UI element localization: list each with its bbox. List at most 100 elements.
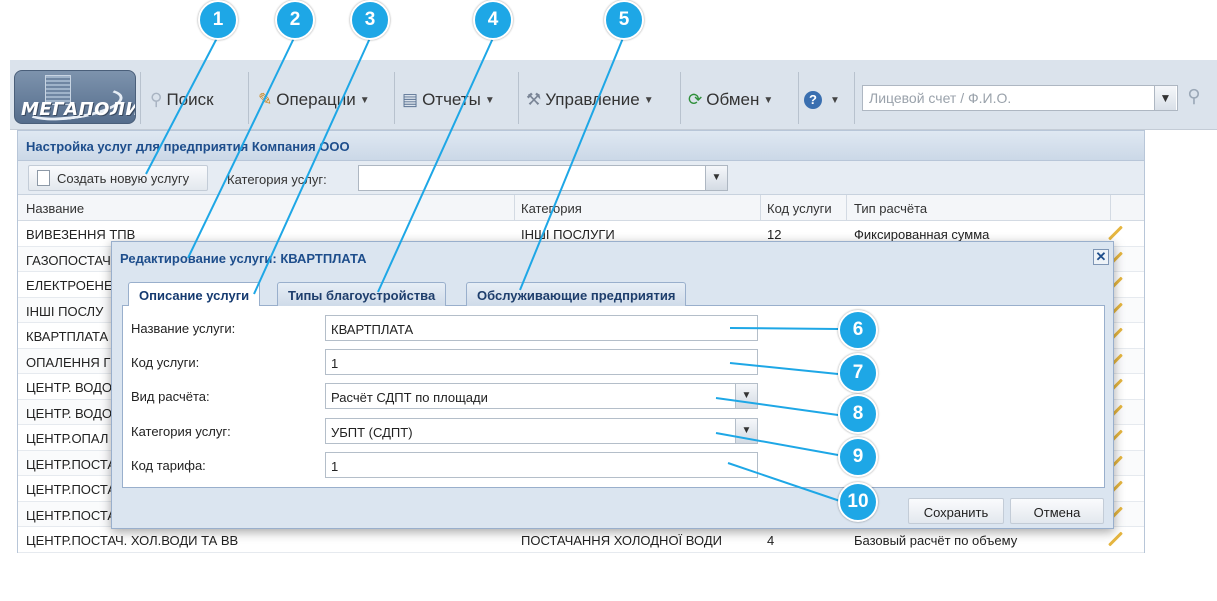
help-icon: ?: [804, 91, 822, 109]
chevron-down-icon[interactable]: ▼: [735, 384, 757, 408]
service-name-label: Название услуги:: [131, 321, 236, 336]
calc-type-value: Расчёт СДПТ по площади: [331, 390, 488, 405]
cell-category: ПОСТАЧАННЯ ХОЛОДНОЇ ВОДИ: [521, 533, 722, 548]
table-row[interactable]: ЦЕНТР.ПОСТАЧ. ХОЛ.ВОДИ ТА ВВ ПОСТАЧАННЯ Х…: [18, 527, 1144, 553]
account-search-go-icon[interactable]: ⚲: [1182, 86, 1206, 110]
cell-calc-type: Базовый расчёт по объему: [854, 533, 1018, 548]
toolbar-divider: [248, 72, 249, 124]
column-header-category[interactable]: Категория: [521, 201, 582, 216]
calc-type-select[interactable]: Расчёт СДПТ по площади ▼: [325, 383, 758, 409]
account-search-placeholder: Лицевой счет / Ф.И.О.: [869, 90, 1012, 106]
cell-name: ІНШІ ПОСЛУ: [26, 303, 104, 319]
service-category-label: Категория услуг:: [131, 424, 231, 439]
chevron-down-icon: ▼: [643, 94, 654, 106]
search-icon: ⚲: [150, 90, 163, 109]
exchange-menu[interactable]: ⟳ Обмен ▼: [688, 88, 773, 112]
help-menu[interactable]: ? ▼: [804, 88, 840, 112]
create-service-label: Создать новую услугу: [57, 171, 190, 186]
service-code-label: Код услуги:: [131, 355, 200, 370]
tab-service-description[interactable]: Описание услуги: [128, 282, 261, 307]
exchange-menu-label: Обмен: [706, 90, 760, 109]
column-header-code[interactable]: Код услуги: [767, 201, 832, 216]
tools-icon: ⚒: [526, 90, 542, 109]
column-header-calc-type[interactable]: Тип расчёта: [854, 201, 927, 216]
cell-name: ЦЕНТР.ПОСТА: [26, 456, 117, 472]
save-button[interactable]: Сохранить: [908, 498, 1004, 524]
operations-icon: ✎: [258, 90, 273, 109]
tab-service-companies[interactable]: Обслуживающие предприятия: [466, 282, 687, 306]
cell-name: ВИВЕЗЕННЯ ТПВ: [26, 227, 136, 242]
column-divider: [1110, 195, 1111, 221]
search-menu-label: Поиск: [166, 90, 214, 109]
callout-badge-9: 9: [838, 437, 878, 477]
column-divider: [514, 195, 515, 221]
toolbar-divider: [680, 72, 681, 124]
service-category-select[interactable]: УБПТ (СДПТ) ▼: [325, 418, 758, 444]
toolbar-divider: [798, 72, 799, 124]
callout-badge-6: 6: [838, 310, 878, 350]
cell-name: ЦЕНТР.ПОСТАЧ. ХОЛ.ВОДИ ТА ВВ: [26, 533, 239, 548]
toolbar-divider: [854, 72, 855, 124]
dialog-tabs: Описание услуги Типы благоустройства Обс…: [122, 278, 1105, 307]
cell-name: ЦЕНТР.ПОСТА: [26, 482, 117, 497]
tariff-code-field[interactable]: 1: [325, 452, 758, 478]
account-search-input[interactable]: Лицевой счет / Ф.И.О.: [862, 85, 1178, 111]
management-menu-label: Управление: [545, 90, 640, 109]
callout-badge-4: 4: [473, 0, 513, 40]
callout-badge-10: 10: [838, 482, 878, 522]
create-service-button[interactable]: Создать новую услугу: [28, 165, 208, 191]
cell-code: 4: [767, 533, 775, 548]
callout-badge-8: 8: [838, 394, 878, 434]
cell-name: ЦЕНТР. ВОДО: [26, 405, 113, 421]
tariff-code-label: Код тарифа:: [131, 458, 206, 473]
chevron-down-icon[interactable]: ▼: [705, 166, 727, 190]
edit-pencil-icon[interactable]: [1108, 225, 1123, 241]
chevron-down-icon: ▼: [830, 94, 840, 106]
chevron-down-icon: ▼: [359, 94, 370, 106]
panel-toolbar: Создать новую услугу Категория услуг: ▼: [18, 161, 1144, 195]
search-menu[interactable]: ⚲ Поиск: [150, 88, 214, 112]
megapolis-logo[interactable]: МЕГАПОЛИС: [14, 70, 136, 124]
callout-badge-3: 3: [350, 0, 390, 40]
refresh-icon: ⟳: [688, 90, 703, 109]
callout-badge-5: 5: [604, 0, 644, 40]
logo-text: МЕГАПОЛИС: [21, 99, 135, 120]
grid-header: Название Категория Код услуги Тип расчёт…: [18, 195, 1144, 221]
cell-name: КВАРТПЛАТА: [26, 329, 109, 344]
column-divider: [760, 195, 761, 221]
toolbar-divider: [140, 72, 141, 124]
callout-badge-1: 1: [198, 0, 238, 40]
service-name-field[interactable]: КВАРТПЛАТА: [325, 315, 758, 341]
edit-service-dialog: Редактирование услуги: КВАРТПЛАТА ✕ Опис…: [111, 241, 1114, 529]
column-header-name[interactable]: Название: [26, 201, 84, 216]
cell-category: ІНШІ ПОСЛУГИ: [521, 227, 615, 242]
cell-name: ГАЗОПОСТАЧ: [26, 252, 111, 268]
dialog-title: Редактирование услуги: КВАРТПЛАТА: [120, 251, 367, 266]
management-menu[interactable]: ⚒ Управление ▼: [526, 88, 654, 112]
reports-menu[interactable]: ▤ Отчеты ▼: [402, 88, 495, 112]
close-icon[interactable]: ✕: [1093, 249, 1109, 265]
reports-chart-icon: ▤: [402, 90, 419, 109]
chevron-down-icon[interactable]: ▼: [735, 419, 757, 443]
edit-pencil-icon[interactable]: [1108, 531, 1123, 547]
account-search-dropdown-button[interactable]: ▼: [1154, 86, 1176, 110]
cell-name: ЕЛЕКТРОЕНЕ: [26, 278, 113, 293]
main-toolbar: МЕГАПОЛИС ⚲ Поиск ✎ Операции ▼ ▤ Отчеты …: [10, 60, 1217, 130]
tab-improvement-types[interactable]: Типы благоустройства: [277, 282, 447, 306]
tariff-code-value: 1: [331, 459, 339, 474]
service-code-field[interactable]: 1: [325, 349, 758, 375]
category-filter-select[interactable]: ▼: [358, 165, 728, 191]
cell-name: ЦЕНТР.ПОСТА: [26, 507, 117, 523]
cell-calc-type: Фиксированная сумма: [854, 227, 990, 242]
service-form: Название услуги: КВАРТПЛАТА Код услуги: …: [122, 306, 1105, 488]
callout-badge-2: 2: [275, 0, 315, 40]
operations-menu[interactable]: ✎ Операции ▼: [258, 88, 370, 112]
service-category-value: УБПТ (СДПТ): [331, 425, 413, 440]
chevron-down-icon: ▼: [763, 94, 774, 106]
cell-name: ЦЕНТР.ОПАЛ: [26, 431, 109, 446]
cancel-button[interactable]: Отмена: [1010, 498, 1104, 524]
panel-title: Настройка услуг для предприятия Компания…: [18, 131, 1144, 161]
cell-name: ОПАЛЕННЯ Г: [26, 354, 111, 370]
toolbar-divider: [394, 72, 395, 124]
new-document-icon: [37, 170, 50, 186]
